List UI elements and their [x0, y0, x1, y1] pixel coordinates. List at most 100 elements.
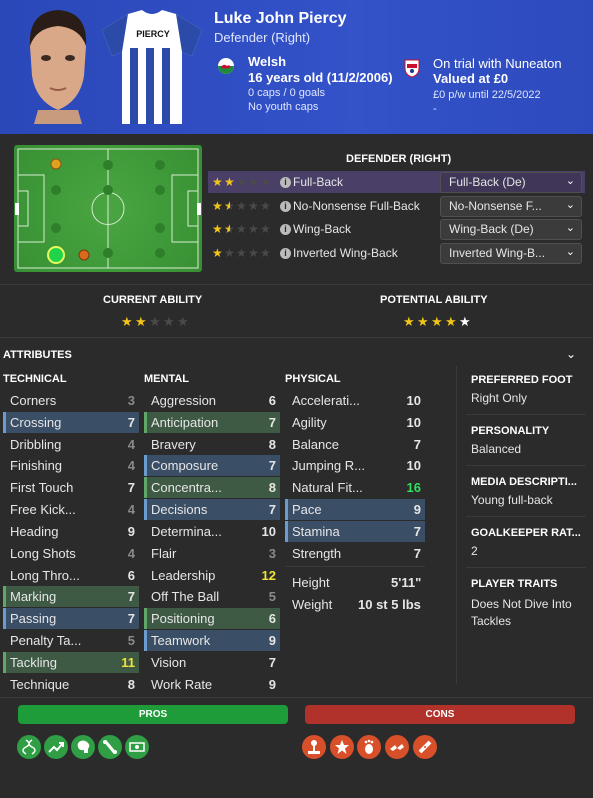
attr-row-first-touch[interactable]: First Touch 7: [3, 477, 139, 498]
role-duty-dropdown[interactable]: Full-Back (De) ⌄: [440, 171, 582, 193]
info-icon[interactable]: i: [280, 223, 291, 235]
divider: [0, 697, 593, 698]
attr-row-marking[interactable]: Marking 7: [3, 586, 139, 607]
attr-row-technique[interactable]: Technique 8: [3, 674, 139, 695]
boots-icon[interactable]: [385, 735, 409, 759]
attr-row-concentration[interactable]: Concentra... 8: [144, 477, 280, 498]
info-icon[interactable]: i: [280, 247, 291, 259]
attr-row-tackling[interactable]: Tackling 11: [3, 652, 139, 673]
attr-row-positioning[interactable]: Positioning 6: [144, 608, 280, 629]
role-row-inverted-wing-back[interactable]: ★ ★ ★ ★ ★ i Inverted Wing-Back Inverted Wing…: [208, 242, 585, 264]
info-icon[interactable]: i: [280, 176, 291, 188]
attr-row-jumping-reach[interactable]: Jumping R... 10: [285, 455, 425, 476]
divider: [466, 465, 586, 466]
role-duty-dropdown[interactable]: Inverted Wing-B... ⌄: [440, 242, 582, 264]
side-panel-divider: [456, 366, 457, 684]
attr-row-anticipation[interactable]: Anticipation 7: [144, 412, 280, 433]
wage-contract: £0 p/w until 22/5/2022: [433, 89, 541, 101]
chevron-down-icon: ⌄: [565, 245, 575, 258]
attr-row-bravery[interactable]: Bravery 8: [144, 434, 280, 455]
role-name: Wing-Back: [293, 222, 352, 236]
attr-row-stamina[interactable]: Stamina 7: [285, 521, 425, 542]
weight-value: 10 st 5 lbs: [358, 597, 421, 612]
contract-extra: -: [433, 103, 437, 115]
position-pitch: [14, 145, 202, 272]
goalkeeper-rating-label: GOALKEEPER RAT...: [471, 527, 581, 539]
potential-ability-label: POTENTIAL ABILITY: [380, 294, 488, 306]
attr-row-off-the-ball[interactable]: Off The Ball 5: [144, 586, 280, 607]
attributes-heading: ATTRIBUTES: [3, 349, 72, 361]
divider: [466, 567, 586, 568]
attr-row-balance[interactable]: Balance 7: [285, 434, 425, 455]
divider: [466, 414, 586, 415]
player-position: Defender (Right): [214, 30, 311, 45]
nationality: Welsh: [248, 54, 287, 69]
caps-goals: 0 caps / 0 goals: [248, 87, 326, 99]
money-icon[interactable]: [125, 735, 149, 759]
role-duty-dropdown[interactable]: Wing-Back (De) ⌄: [440, 218, 582, 240]
attr-row-crossing[interactable]: Crossing 7: [3, 412, 139, 433]
attr-row-corners[interactable]: Corners 3: [3, 390, 139, 411]
role-row-no-nonsense-full-back[interactable]: ★ ★ ★ ★ ★ i No-Nonsense Full-Back No-Nonsens…: [208, 195, 585, 217]
pitch-markings: [15, 148, 201, 269]
info-icon[interactable]: i: [280, 200, 291, 212]
attr-row-work-rate[interactable]: Work Rate 9: [144, 674, 280, 695]
youth-caps: No youth caps: [248, 101, 319, 113]
role-row-wing-back[interactable]: ★ ★ ★ ★ ★ i Wing-Back Wing-Back (De) ⌄: [208, 218, 585, 240]
attr-row-decisions[interactable]: Decisions 7: [144, 499, 280, 520]
preferred-foot-value: Right Only: [471, 391, 528, 405]
role-row-full-back[interactable]: ★ ★ ★ ★ ★ i Full-Back Full-Back (De) ⌄: [208, 171, 585, 193]
attr-row-dribbling[interactable]: Dribbling 4: [3, 434, 139, 455]
technical-heading: TECHNICAL: [3, 373, 67, 385]
joystick-icon[interactable]: [302, 735, 326, 759]
current-ability-stars: ★ ★ ★ ★ ★: [121, 314, 189, 329]
player-header: PIERCY Luke John Piercy Defender (Right)…: [0, 0, 593, 134]
trend-up-icon[interactable]: [44, 735, 68, 759]
role-stars: ★ ★ ★ ★ ★: [212, 199, 271, 213]
attr-row-aggression[interactable]: Aggression 6: [144, 390, 280, 411]
potential-ability-stars: ★ ★ ★ ★ ★: [403, 314, 471, 329]
attr-row-free-kick[interactable]: Free Kick... 4: [3, 499, 139, 520]
attr-row-agility[interactable]: Agility 10: [285, 412, 425, 433]
chevron-down-icon: ⌄: [565, 198, 575, 211]
goalkeeper-rating-value: 2: [471, 544, 478, 558]
attr-row-vision[interactable]: Vision 7: [144, 652, 280, 673]
mental-heading: MENTAL: [144, 373, 190, 385]
club-badge-icon[interactable]: [403, 58, 421, 78]
attr-row-penalty-taking[interactable]: Penalty Ta... 5: [3, 630, 139, 651]
trial-status[interactable]: On trial with Nuneaton: [433, 56, 562, 71]
bandage-icon[interactable]: [413, 735, 437, 759]
divider: [0, 284, 593, 285]
attr-row-leadership[interactable]: Leadership 12: [144, 565, 280, 586]
media-description-label: MEDIA DESCRIPTI...: [471, 476, 577, 488]
star-icon[interactable]: [330, 735, 354, 759]
attr-row-acceleration[interactable]: Accelerati... 10: [285, 390, 425, 411]
foot-icon[interactable]: [357, 735, 381, 759]
attr-row-heading[interactable]: Heading 9: [3, 521, 139, 542]
attr-row-long-shots[interactable]: Long Shots 4: [3, 543, 139, 564]
age-dob: 16 years old (11/2/2006): [248, 70, 393, 85]
divider: [466, 516, 586, 517]
brain-icon[interactable]: [71, 735, 95, 759]
attr-row-natural-fitness[interactable]: Natural Fit... 16: [285, 477, 425, 498]
bone-icon[interactable]: [98, 735, 122, 759]
attr-row-composure[interactable]: Composure 7: [144, 455, 280, 476]
player-trait-line-2: Tackles: [471, 614, 512, 628]
attr-row-flair[interactable]: Flair 3: [144, 543, 280, 564]
player-value: Valued at £0: [433, 71, 509, 86]
attr-row-long-throws[interactable]: Long Thro... 6: [3, 565, 139, 586]
wales-flag-icon: [218, 58, 234, 74]
attr-row-teamwork[interactable]: Teamwork 9: [144, 630, 280, 651]
media-description-value: Young full-back: [471, 493, 553, 507]
attr-row-finishing[interactable]: Finishing 4: [3, 455, 139, 476]
attr-row-pace[interactable]: Pace 9: [285, 499, 425, 520]
collapse-chevron-icon[interactable]: ⌄: [566, 347, 576, 361]
attr-row-strength[interactable]: Strength 7: [285, 543, 425, 564]
dna-icon[interactable]: [17, 735, 41, 759]
role-stars: ★ ★ ★ ★ ★: [212, 246, 271, 260]
role-duty-dropdown[interactable]: No-Nonsense F... ⌄: [440, 195, 582, 217]
attr-row-passing[interactable]: Passing 7: [3, 608, 139, 629]
attr-row-determination[interactable]: Determina... 10: [144, 521, 280, 542]
role-stars: ★ ★ ★ ★ ★: [212, 222, 271, 236]
role-name: Full-Back: [293, 175, 344, 189]
